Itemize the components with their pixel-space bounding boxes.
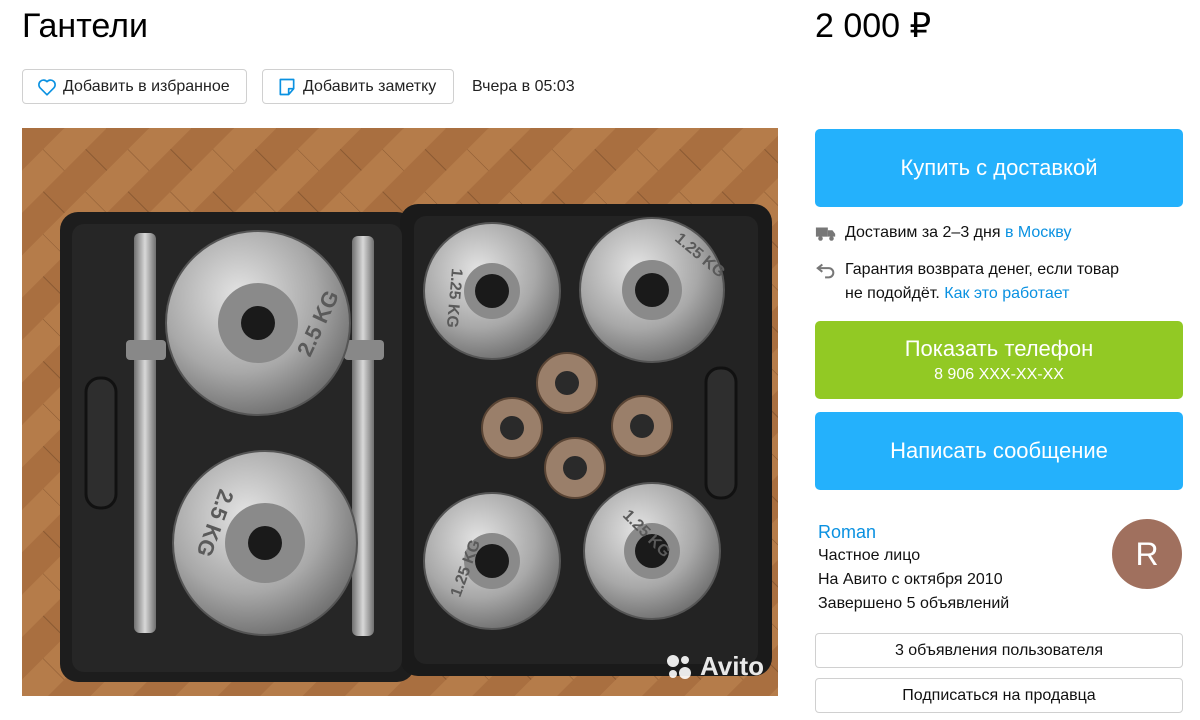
return-arrow-icon: [815, 258, 839, 306]
seller-name-link[interactable]: Roman: [818, 520, 1009, 544]
seller-type: Частное лицо: [818, 547, 921, 564]
listing-title: Гантели: [22, 7, 148, 45]
guarantee-line1: Гарантия возврата денег, если товар: [845, 261, 1120, 278]
posted-date: Вчера в 05:03: [472, 78, 575, 95]
write-message-button[interactable]: Написать сообщение: [815, 412, 1183, 490]
listing-price: 2 000 ₽: [815, 7, 932, 45]
delivery-city-link[interactable]: в Москву: [1005, 224, 1072, 241]
seller-since: На Авито с октября 2010: [818, 571, 1003, 588]
seller-avatar[interactable]: R: [1112, 519, 1182, 589]
phone-number: 8 906 XXX-XX-XX: [934, 366, 1064, 383]
truck-icon: [815, 224, 839, 247]
favorites-label: Добавить в избранное: [63, 77, 230, 95]
show-phone-label: Показать телефон: [904, 336, 1094, 361]
delivery-text: Доставим за 2–3 дня: [845, 224, 1005, 241]
add-note-button[interactable]: Добавить заметку: [262, 69, 454, 104]
guarantee-info: Гарантия возврата денег, если товар не п…: [815, 258, 1119, 306]
buy-label: Купить с доставкой: [900, 155, 1098, 180]
subscribe-seller-button[interactable]: Подписаться на продавца: [815, 678, 1183, 713]
listing-photo[interactable]: 2.5 KG 2.5 KG 1.25 KG 1.25 KG 1.25 KG 1.…: [22, 128, 778, 696]
avito-watermark: Avito: [664, 651, 764, 682]
buy-with-delivery-button[interactable]: Купить с доставкой: [815, 129, 1183, 207]
avito-logo-icon: [666, 654, 691, 679]
add-to-favorites-button[interactable]: Добавить в избранное: [22, 69, 247, 104]
delivery-info: Доставим за 2–3 дня в Москву: [815, 224, 1071, 247]
note-label: Добавить заметку: [303, 77, 437, 95]
watermark-text: Avito: [699, 651, 764, 681]
user-ads-button[interactable]: 3 объявления пользователя: [815, 633, 1183, 668]
note-icon: [279, 78, 295, 95]
seller-info: Roman Частное лицо На Авито с октября 20…: [818, 520, 1009, 616]
guarantee-line2: не подойдёт.: [845, 285, 945, 302]
heart-icon: [38, 78, 56, 96]
write-message-label: Написать сообщение: [890, 438, 1108, 463]
dumbbell-set-image: 2.5 KG 2.5 KG 1.25 KG 1.25 KG 1.25 KG 1.…: [22, 128, 778, 696]
seller-completed: Завершено 5 объявлений: [818, 595, 1010, 612]
how-it-works-link[interactable]: Как это работает: [944, 285, 1069, 302]
show-phone-button[interactable]: Показать телефон 8 906 XXX-XX-XX: [815, 321, 1183, 399]
